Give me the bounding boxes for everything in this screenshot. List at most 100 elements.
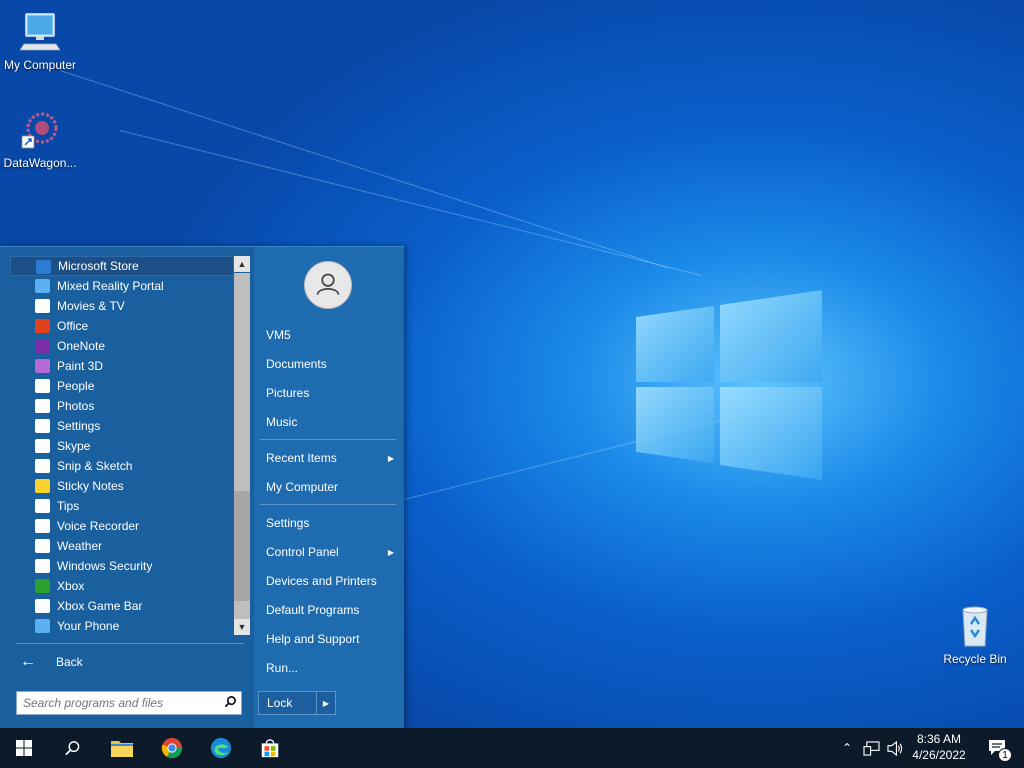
onenote-icon — [35, 339, 50, 353]
app-list[interactable]: Microsoft Store Mixed Reality Portal Movie… — [10, 256, 234, 636]
app-list-item-label: Skype — [57, 439, 91, 453]
scroll-up-button[interactable]: ▲ — [234, 256, 250, 272]
run-label: Run... — [266, 661, 299, 675]
taskbar-file-explorer[interactable] — [98, 728, 146, 768]
lock-button[interactable]: Lock ▶ — [258, 691, 336, 715]
settings-icon — [35, 419, 50, 433]
app-list-item[interactable]: Sticky Notes — [10, 476, 234, 496]
help-support-link[interactable]: Help and Support — [260, 627, 398, 651]
pictures-link[interactable]: Pictures — [260, 381, 398, 405]
run-link[interactable]: Run... — [260, 656, 398, 680]
clock-date: 4/26/2022 — [912, 748, 966, 762]
show-hidden-icons[interactable]: ⌃ — [836, 728, 858, 768]
settings-link[interactable]: Settings — [260, 511, 398, 535]
back-button[interactable]: ← Back — [16, 651, 244, 673]
chevron-right-icon: ▶ — [387, 453, 394, 463]
app-list-item-label: Sticky Notes — [57, 479, 124, 493]
taskbar-edge[interactable] — [197, 728, 245, 768]
start-menu-left-pane: Microsoft Store Mixed Reality Portal Movie… — [0, 247, 254, 729]
clock-time: 8:36 AM — [916, 732, 962, 746]
default-programs-label: Default Programs — [266, 603, 360, 617]
app-list-item[interactable]: Photos — [10, 396, 234, 416]
app-list-item[interactable]: Mixed Reality Portal — [10, 276, 234, 296]
app-list-item-label: Settings — [57, 419, 101, 433]
app-list-item[interactable]: Voice Recorder — [10, 516, 234, 536]
search-input[interactable] — [23, 696, 219, 710]
start-menu: Microsoft Store Mixed Reality Portal Movie… — [0, 246, 404, 729]
scroll-down-button[interactable]: ▼ — [234, 619, 250, 635]
app-list-item[interactable]: Paint 3D — [10, 356, 234, 376]
app-list-item[interactable]: Skype — [10, 436, 234, 456]
start-button[interactable] — [0, 728, 48, 768]
app-list-item[interactable]: Weather — [10, 536, 234, 556]
app-list-item[interactable]: Windows Security — [10, 556, 234, 576]
app-list-item[interactable]: People — [10, 376, 234, 396]
game-bar-icon — [35, 599, 50, 613]
desktop-icon-recycle-bin[interactable]: Recycle Bin — [935, 602, 1015, 666]
taskbar-search-button[interactable] — [48, 728, 96, 768]
volume-control[interactable] — [884, 728, 906, 768]
store-icon — [36, 260, 51, 274]
avatar[interactable] — [304, 261, 352, 309]
app-list-item[interactable]: Office — [10, 316, 234, 336]
arrow-left-icon: ← — [20, 653, 36, 670]
taskbar-chrome[interactable] — [148, 728, 196, 768]
app-list-item-label: Mixed Reality Portal — [57, 279, 164, 293]
devices-printers-link[interactable]: Devices and Printers — [260, 569, 398, 593]
devices-printers-label: Devices and Printers — [266, 574, 377, 588]
app-list-item[interactable]: Your Phone — [10, 616, 234, 636]
my-computer-link[interactable]: My Computer — [260, 475, 398, 499]
power-options-arrow[interactable]: ▶ — [317, 699, 335, 708]
music-link[interactable]: Music — [260, 410, 398, 434]
scrollbar-thumb[interactable] — [234, 491, 250, 601]
divider — [16, 643, 244, 644]
app-list-item-label: Microsoft Store — [58, 259, 139, 273]
speaker-icon — [886, 740, 902, 756]
app-list-item-label: Xbox — [57, 579, 85, 593]
shield-icon — [35, 559, 50, 573]
clock[interactable]: 8:36 AM 4/26/2022 — [906, 731, 972, 763]
windows-logo-wallpaper — [636, 290, 822, 480]
recent-items-link[interactable]: Recent Items ▶ — [260, 446, 398, 470]
start-menu-right-pane: VM5 Documents Pictures Music Recent Item… — [254, 247, 404, 729]
recycle-bin-icon — [951, 602, 999, 650]
app-list-item[interactable]: Tips — [10, 496, 234, 516]
app-list-item-label: Snip & Sketch — [57, 459, 133, 473]
skype-icon — [35, 439, 50, 453]
user-folder-link[interactable]: VM5 — [260, 323, 398, 347]
search-icon[interactable] — [219, 695, 241, 711]
network-status[interactable] — [860, 728, 882, 768]
datawagon-icon — [16, 106, 64, 154]
user-name: VM5 — [266, 328, 291, 342]
taskbar: ⌃ 8:36 AM 4/26/2022 1 — [0, 728, 1024, 768]
app-list-item[interactable]: Xbox — [10, 576, 234, 596]
documents-label: Documents — [266, 357, 327, 371]
network-icon — [862, 740, 880, 756]
documents-link[interactable]: Documents — [260, 352, 398, 376]
store-icon — [261, 739, 279, 758]
xbox-icon — [35, 579, 50, 593]
app-list-item-label: Windows Security — [57, 559, 153, 573]
search-icon — [64, 740, 79, 755]
edge-icon — [210, 737, 232, 759]
tips-icon — [35, 499, 50, 513]
desktop-icon-datawagon[interactable]: DataWagon... — [0, 106, 80, 170]
app-list-item[interactable]: Settings — [10, 416, 234, 436]
app-list-item[interactable]: Microsoft Store — [10, 256, 234, 276]
default-programs-link[interactable]: Default Programs — [260, 598, 398, 622]
app-list-item-label: Movies & TV — [57, 299, 125, 313]
control-panel-link[interactable]: Control Panel ▶ — [260, 540, 398, 564]
app-list-item[interactable]: Xbox Game Bar — [10, 596, 234, 616]
back-label: Back — [56, 655, 83, 669]
action-center-button[interactable]: 1 — [978, 728, 1018, 768]
music-label: Music — [266, 415, 298, 429]
desktop-icon-my-computer[interactable]: My Computer — [0, 8, 80, 72]
app-list-item-label: Voice Recorder — [57, 519, 140, 533]
search-box[interactable] — [16, 691, 242, 715]
app-list-item[interactable]: OneNote — [10, 336, 234, 356]
paint3d-icon — [35, 359, 50, 373]
sticky-notes-icon — [35, 479, 50, 493]
taskbar-store[interactable] — [246, 728, 294, 768]
app-list-item[interactable]: Snip & Sketch — [10, 456, 234, 476]
app-list-item[interactable]: Movies & TV — [10, 296, 234, 316]
